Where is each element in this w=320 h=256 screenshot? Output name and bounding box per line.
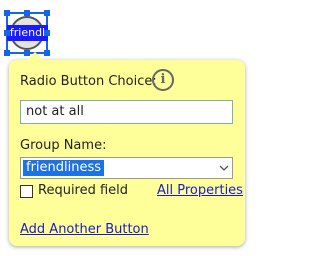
resize-handle-top-right[interactable] <box>44 10 50 16</box>
radio-properties-panel: Radio Button Choice: i not at all Group … <box>9 52 245 246</box>
radio-button-widget[interactable]: friendl <box>4 10 50 56</box>
group-name-label: Group Name: <box>20 138 107 153</box>
all-properties-link[interactable]: All Properties <box>157 183 243 198</box>
panel-pointer-arrow <box>27 52 43 60</box>
resize-handle-top[interactable] <box>24 10 30 16</box>
info-icon[interactable]: i <box>152 69 174 91</box>
resize-handle-right[interactable] <box>44 30 50 36</box>
group-name-select[interactable]: friendliness <box>20 157 233 179</box>
resize-handle-bottom-right[interactable] <box>44 50 50 56</box>
add-another-button-link[interactable]: Add Another Button <box>20 222 149 237</box>
group-name-value: friendliness <box>23 160 105 176</box>
radio-choice-label: Radio Button Choice: <box>20 74 157 89</box>
resize-handle-left[interactable] <box>4 30 10 36</box>
required-field-label: Required field <box>38 183 129 198</box>
resize-handle-top-left[interactable] <box>4 10 10 16</box>
radio-tag-label: friendl <box>7 25 48 41</box>
chevron-down-icon <box>219 165 229 171</box>
resize-handle-bottom-left[interactable] <box>4 50 10 56</box>
radio-choice-input[interactable]: not at all <box>20 100 233 124</box>
required-field-checkbox[interactable] <box>20 185 33 198</box>
